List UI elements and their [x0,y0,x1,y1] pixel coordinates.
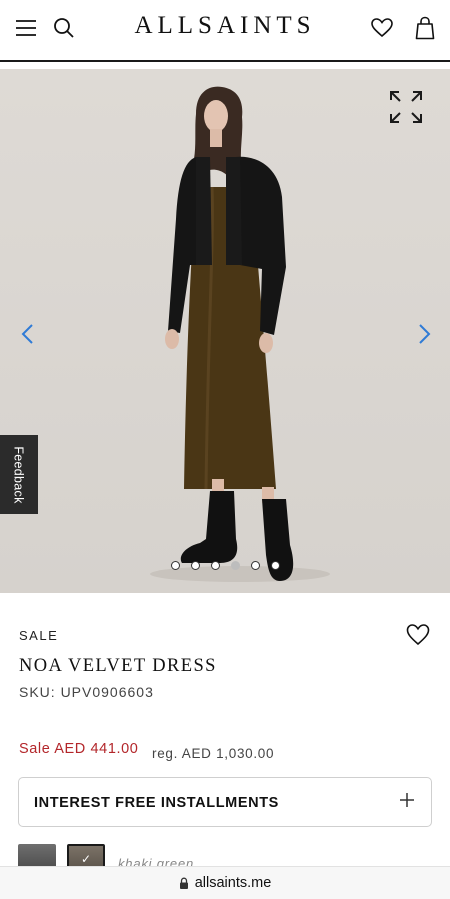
checkmark-icon: ✓ [80,852,92,866]
product-title: NOA VELVET DRESS [19,656,217,676]
product-image-gallery[interactable] [0,69,450,593]
pagination-dot-active[interactable] [230,561,240,570]
gallery-pagination [0,561,450,570]
chevron-left-icon[interactable] [16,321,38,347]
heart-icon[interactable] [368,14,396,42]
chevron-right-icon[interactable] [414,321,436,347]
plus-icon [399,792,415,808]
pagination-dot[interactable] [210,561,220,570]
installments-label: INTEREST FREE INSTALLMENTS [34,795,279,811]
heart-outline-icon[interactable] [406,624,430,648]
browser-url: allsaints.me [194,875,272,891]
pagination-dot[interactable] [270,561,280,570]
site-header: ALLSAINTS [0,0,450,62]
expand-icon[interactable] [388,89,424,125]
product-photo [150,86,330,582]
product-sku: SKU: UPV0906603 [19,684,154,700]
browser-url-bar[interactable]: allsaints.me [0,866,450,899]
regular-price: reg. AED 1,030.00 [152,746,275,761]
shopping-bag-icon[interactable] [411,14,439,42]
sale-price: Sale AED 441.00 [19,741,139,757]
feedback-tab[interactable]: Feedback [0,435,38,514]
pagination-dot[interactable] [190,561,200,570]
sale-badge: SALE [19,628,59,643]
feedback-label: Feedback [12,445,27,504]
pagination-dot[interactable] [250,561,260,570]
lock-icon [179,877,188,889]
interest-free-installments-accordion[interactable]: INTEREST FREE INSTALLMENTS [18,777,432,827]
pagination-dot[interactable] [170,561,180,570]
